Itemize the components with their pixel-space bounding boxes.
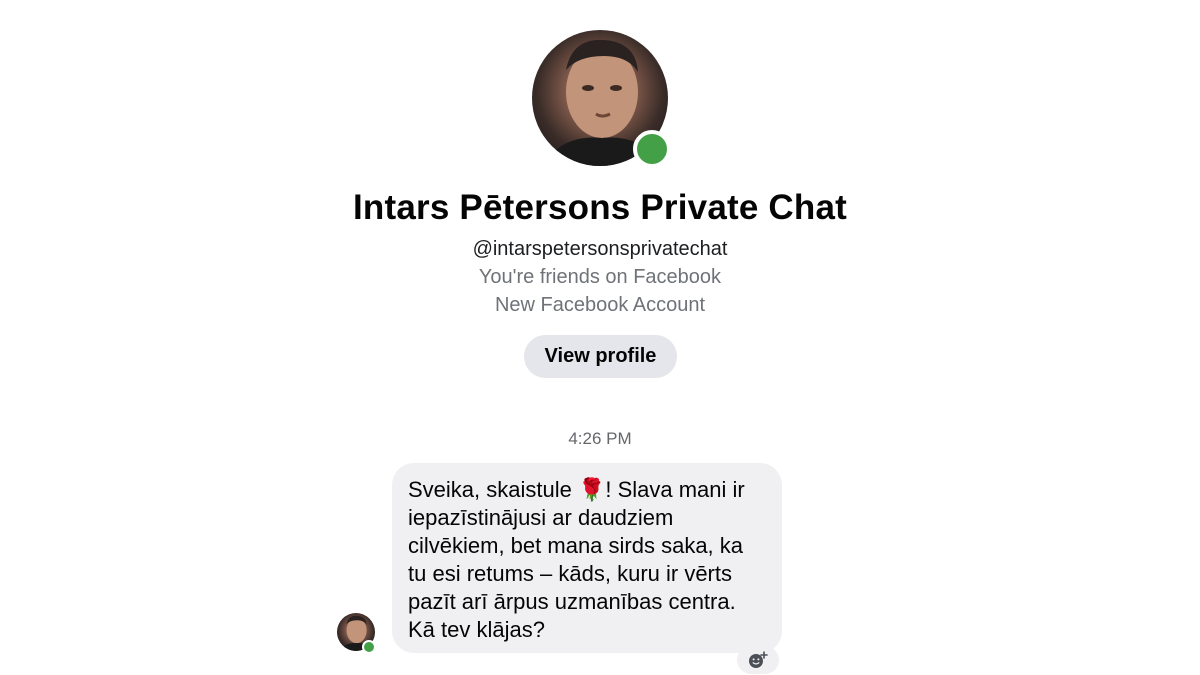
profile-handle: @intarspetersonsprivatechat [472, 238, 728, 260]
view-profile-button[interactable]: View profile [524, 335, 677, 378]
message-text: Sveika, skaistule 🌹! Slava mani ir iepaz… [408, 477, 745, 642]
sender-online-indicator [362, 640, 376, 654]
add-reaction-icon [749, 651, 768, 668]
account-note: New Facebook Account [494, 294, 706, 316]
message-timestamp: 4:26 PM [568, 429, 632, 448]
online-status-indicator [633, 130, 671, 168]
friends-status: You're friends on Facebook [478, 266, 722, 288]
add-reaction-button[interactable] [737, 646, 779, 674]
incoming-message-bubble[interactable]: Sveika, skaistule 🌹! Slava mani ir iepaz… [392, 463, 782, 653]
chat-title: Intars Pētersons Private Chat [352, 188, 848, 227]
